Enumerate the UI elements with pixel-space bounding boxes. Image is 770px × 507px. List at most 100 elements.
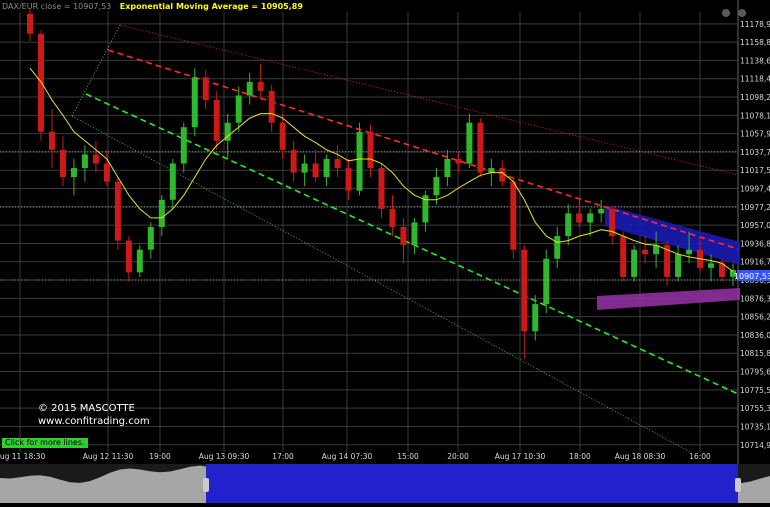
y-tick-label: 11017,59 bbox=[740, 166, 770, 175]
x-tick-label: Aug 12 11:30 bbox=[83, 452, 134, 461]
candle-body bbox=[312, 163, 319, 178]
y-tick-label: 10957,07 bbox=[740, 221, 770, 230]
watermark: © 2015 MASCOTTE www.confitrading.com bbox=[38, 402, 150, 428]
candle-body bbox=[521, 249, 528, 332]
candle-body bbox=[213, 100, 220, 141]
candle-body bbox=[323, 158, 330, 178]
candle-body bbox=[620, 236, 627, 277]
candle-body bbox=[290, 149, 297, 173]
candle-body bbox=[356, 131, 363, 191]
candle-body bbox=[433, 177, 440, 196]
y-tick-label: 10735,16 bbox=[740, 422, 770, 431]
x-tick-label: 19:00 bbox=[149, 452, 171, 461]
x-tick-label: Aug 14 07:30 bbox=[322, 452, 373, 461]
candle-body bbox=[202, 77, 209, 100]
candle-body bbox=[455, 158, 462, 164]
y-tick-label: 10916,72 bbox=[740, 258, 770, 267]
candle-body bbox=[631, 249, 638, 277]
navigator-left-handle bbox=[203, 478, 209, 492]
candle bbox=[631, 245, 638, 282]
y-tick-label: 10936,89 bbox=[740, 239, 770, 248]
x-tick-label: Aug 17 10:30 bbox=[495, 452, 546, 461]
candle-body bbox=[466, 122, 473, 164]
candle-body bbox=[235, 95, 242, 123]
candle bbox=[543, 249, 550, 314]
x-tick-label: 17:00 bbox=[272, 452, 294, 461]
x-tick-label: 15:00 bbox=[397, 452, 419, 461]
candle-body bbox=[334, 158, 341, 169]
candle-body bbox=[136, 249, 143, 273]
y-tick-label: 10755,33 bbox=[740, 404, 770, 413]
y-tick-label: 11178,97 bbox=[740, 20, 770, 29]
candle-body bbox=[554, 236, 561, 259]
candle-body bbox=[598, 208, 605, 214]
y-tick-label: 10977,24 bbox=[740, 203, 770, 212]
candle-body bbox=[565, 213, 572, 237]
candle-body bbox=[70, 168, 77, 178]
navigator-strip[interactable] bbox=[0, 464, 770, 503]
ema-legend-label: Exponential Moving Average = 10905,89 bbox=[119, 2, 303, 11]
y-tick-label: 11057,93 bbox=[740, 130, 770, 139]
last-price-badge-text: 10907,53 bbox=[734, 272, 770, 281]
x-tick-label: 20:00 bbox=[447, 452, 469, 461]
restore-icon[interactable] bbox=[738, 9, 747, 17]
chart-window: 11178,97 11158,80 11138,63 11118,46 11098,28… bbox=[0, 0, 770, 503]
candle-body bbox=[686, 249, 693, 255]
candle-body bbox=[477, 122, 484, 173]
candle-body bbox=[389, 208, 396, 228]
x-tick-label: Aug 13 09:30 bbox=[199, 452, 250, 461]
candle-body bbox=[27, 13, 33, 34]
y-tick-label: 10836,03 bbox=[740, 331, 770, 340]
candle-body bbox=[367, 131, 374, 169]
candle-body bbox=[191, 77, 198, 128]
candle bbox=[620, 231, 627, 282]
y-tick-label: 11098,28 bbox=[740, 93, 770, 102]
x-tick-label: Aug 18 08:30 bbox=[615, 452, 666, 461]
watermark-copyright: © 2015 MASCOTTE bbox=[38, 403, 135, 414]
candle-body bbox=[103, 163, 110, 182]
candle-body bbox=[543, 258, 550, 305]
candle-body bbox=[257, 81, 264, 91]
candle-body bbox=[81, 154, 88, 169]
candle-body bbox=[114, 181, 121, 241]
candle-body bbox=[532, 304, 539, 332]
last-price-badge: 10907,53 bbox=[734, 270, 770, 281]
y-tick-label: 11037,76 bbox=[740, 148, 770, 157]
candle-body bbox=[92, 154, 99, 164]
candle-body bbox=[125, 240, 132, 273]
watermark-url: www.confitrading.com bbox=[38, 416, 150, 427]
candle-body bbox=[378, 168, 385, 209]
navigator-selection-window bbox=[206, 464, 738, 503]
candle-body bbox=[301, 163, 308, 173]
candle-body bbox=[587, 213, 594, 223]
y-tick-label: 10775,51 bbox=[740, 386, 770, 395]
chart-legend: DAX/EUR close = 10907,53 Exponential Mov… bbox=[2, 1, 303, 12]
x-tick-label: 18:00 bbox=[569, 452, 591, 461]
candle-body bbox=[48, 131, 55, 150]
candle-body bbox=[444, 158, 451, 178]
more-lines-button[interactable]: Click for more lines. bbox=[2, 438, 88, 448]
y-tick-label: 10997,41 bbox=[740, 185, 770, 194]
candle-body bbox=[510, 181, 517, 250]
close-legend-label: DAX/EUR close = 10907,53 bbox=[2, 2, 112, 11]
y-tick-label: 10714,99 bbox=[740, 441, 770, 450]
candle-body bbox=[345, 168, 352, 191]
candle-body bbox=[576, 213, 583, 223]
x-tick-label: 16:00 bbox=[689, 452, 711, 461]
candle-body bbox=[400, 227, 407, 246]
y-tick-label: 10795,68 bbox=[740, 368, 770, 377]
candle bbox=[510, 177, 517, 259]
minimize-icon[interactable] bbox=[722, 9, 730, 17]
candle bbox=[191, 68, 198, 137]
y-tick-label: 11078,11 bbox=[740, 111, 770, 120]
candle-body bbox=[158, 199, 165, 228]
candle-body bbox=[642, 249, 649, 255]
candle-body bbox=[180, 127, 187, 164]
candle-body bbox=[279, 122, 286, 150]
candle-body bbox=[708, 263, 715, 268]
candle bbox=[114, 177, 121, 250]
candle bbox=[136, 245, 143, 277]
candle-body bbox=[675, 254, 682, 277]
window-controls bbox=[719, 2, 747, 21]
candle-body bbox=[59, 149, 66, 178]
